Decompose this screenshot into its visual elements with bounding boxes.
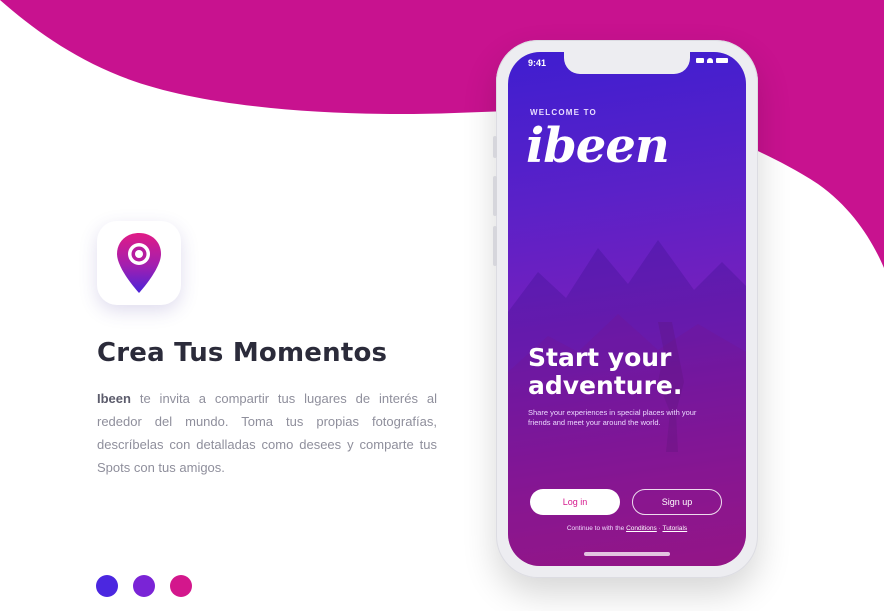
status-icons — [696, 58, 728, 63]
welcome-label: WELCOME TO — [530, 108, 597, 117]
terms-text: Continue to with the Conditions · Tutori… — [508, 525, 746, 532]
login-button[interactable]: Log in — [530, 489, 620, 515]
wifi-icon — [707, 58, 713, 63]
phone-button-volume-up — [493, 176, 497, 216]
location-pin-icon — [117, 233, 161, 293]
phone-button-silent — [493, 136, 497, 158]
headline: Crea Tus Momentos — [97, 338, 388, 368]
phone-mockup: 9:41 WELCOME TO ibeen Start your adventu… — [493, 40, 758, 578]
screen-subtitle: Share your experiences in special places… — [528, 408, 697, 427]
pagination-dots — [96, 575, 192, 597]
pagination-dot-2[interactable] — [133, 575, 155, 597]
description-brand: Ibeen — [97, 391, 131, 406]
screen-title-line-2: adventure. — [528, 371, 683, 400]
conditions-link[interactable]: Conditions — [626, 525, 657, 532]
signal-icon — [696, 58, 704, 63]
phone-notch — [564, 52, 690, 74]
battery-icon — [716, 58, 728, 63]
tutorials-link[interactable]: Tutorials — [662, 525, 687, 532]
terms-separator: · — [658, 525, 661, 532]
description-text: te invita a compartir tus lugares de int… — [97, 391, 437, 475]
screen-title-line-1: Start your — [528, 343, 672, 372]
home-indicator — [584, 552, 670, 556]
app-icon — [97, 221, 181, 305]
screen-title: Start your adventure. — [528, 344, 728, 400]
pagination-dot-1[interactable] — [96, 575, 118, 597]
brand-logo: ibeen — [526, 118, 670, 174]
signup-button[interactable]: Sign up — [632, 489, 722, 515]
phone-screen: 9:41 WELCOME TO ibeen Start your adventu… — [508, 52, 746, 566]
description: Ibeen te invita a compartir tus lugares … — [97, 387, 437, 479]
pagination-dot-3[interactable] — [170, 575, 192, 597]
status-time: 9:41 — [528, 58, 547, 68]
terms-prefix: Continue to with the — [566, 525, 625, 532]
phone-button-volume-down — [493, 226, 497, 266]
